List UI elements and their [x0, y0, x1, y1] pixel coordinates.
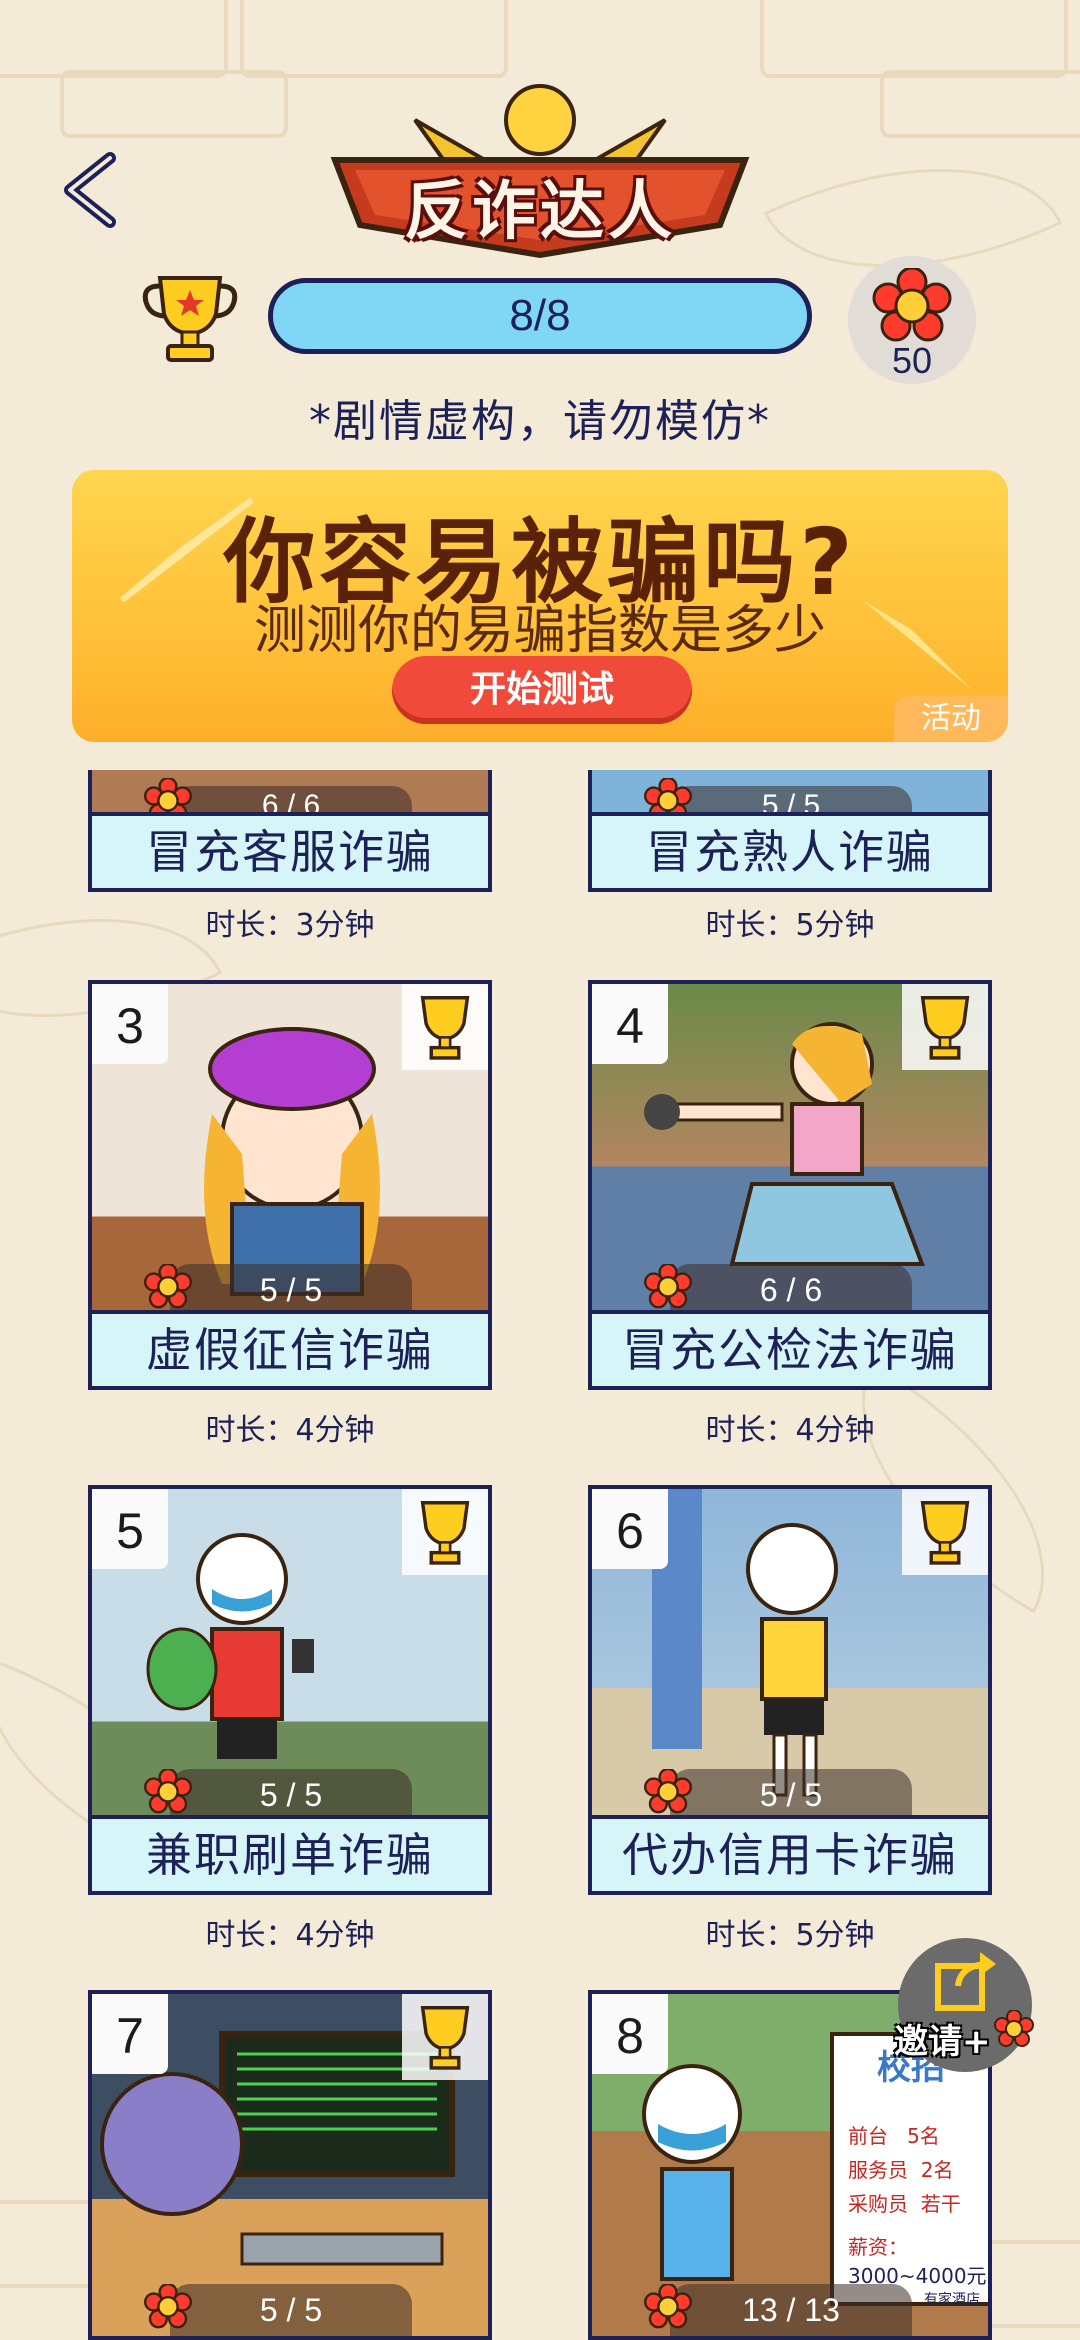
flower-currency[interactable]: 50	[848, 256, 976, 384]
invite-label: 邀请+	[894, 2022, 991, 2062]
card-illustration: 5 5 / 5	[88, 1485, 492, 1825]
chevron-left-icon	[64, 152, 116, 228]
page-title: 反诈达人	[404, 175, 676, 249]
scenario-card[interactable]: 5 / 5 冒充熟人诈骗 时长：5分钟	[588, 760, 992, 943]
scenario-card[interactable]: 6 / 6 冒充客服诈骗 时长：3分钟	[88, 760, 492, 943]
card-title: 冒充公检法诈骗	[588, 1310, 992, 1390]
level-progress-bar: 8/8	[268, 278, 812, 354]
trophy-icon	[140, 268, 240, 368]
card-number: 3	[92, 984, 168, 1064]
trophy-icon	[902, 1489, 988, 1575]
card-progress: 6 / 6	[670, 1264, 912, 1316]
card-duration: 时长：3分钟	[205, 908, 375, 943]
card-progress: 5 / 5	[670, 1769, 912, 1821]
card-progress: 5 / 5	[170, 1264, 412, 1316]
flower-icon	[144, 1769, 192, 1814]
trophy-icon	[402, 984, 488, 1070]
share-icon	[935, 1952, 996, 2011]
job-poster: 校招 前台 5名 服务员 2名 采购员 若干 薪资： 3000~4000元 有家…	[834, 2036, 988, 2308]
card-illustration: 7 5 / 5	[88, 1990, 492, 2340]
activity-tag: 活动	[894, 696, 1008, 742]
flower-icon	[644, 2284, 692, 2329]
flower-icon	[994, 2010, 1034, 2047]
card-title: 虚假征信诈骗	[88, 1310, 492, 1390]
card-number: 6	[592, 1489, 668, 1569]
start-test-button[interactable]: 开始测试	[392, 656, 692, 724]
card-title: 代办信用卡诈骗	[588, 1815, 992, 1895]
card-number: 8	[592, 1994, 668, 2074]
card-progress: 5 / 5	[170, 2284, 412, 2336]
card-progress: 5 / 5	[170, 1769, 412, 1821]
flower-icon	[144, 2284, 192, 2329]
poster-row: 采购员 若干	[848, 2192, 961, 2216]
scenario-card[interactable]: 4 6 / 6 冒充公检法诈骗 时长：4分钟	[588, 980, 992, 1448]
card-illustration: 6 5 / 5	[588, 1485, 992, 1825]
card-number: 7	[92, 1994, 168, 2074]
card-duration: 时长：4分钟	[205, 1918, 375, 1953]
poster-row: 前台 5名	[848, 2124, 940, 2148]
card-title: 兼职刷单诈骗	[88, 1815, 492, 1895]
poster-row: 服务员 2名	[848, 2158, 954, 2182]
scenario-card[interactable]: 5 5 / 5 兼职刷单诈骗 时长：4分钟	[88, 1485, 492, 1953]
card-number: 5	[92, 1489, 168, 1569]
back-button[interactable]	[58, 150, 128, 230]
card-illustration: 4 6 / 6	[588, 980, 992, 1320]
flower-icon	[644, 1769, 692, 1814]
card-title: 冒充熟人诈骗	[588, 812, 992, 892]
invite-button[interactable]: 邀请+	[894, 1938, 1034, 2072]
flower-icon	[644, 1264, 692, 1309]
trophy-icon	[402, 1489, 488, 1575]
card-duration: 时长：4分钟	[205, 1413, 375, 1448]
card-title: 冒充客服诈骗	[88, 812, 492, 892]
title-banner: 反诈达人	[325, 80, 755, 260]
activity-banner[interactable]: 你容易被骗吗? 测测你的易骗指数是多少 开始测试 活动	[72, 470, 1008, 742]
scenario-card[interactable]: 3 5 / 5 虚假征信诈骗 时长：4分钟	[88, 980, 492, 1448]
trophy-icon	[902, 984, 988, 1070]
flower-count: 50	[891, 340, 933, 381]
card-progress: 13 / 13	[670, 2284, 912, 2336]
card-number: 4	[592, 984, 668, 1064]
flower-icon	[872, 268, 952, 342]
poster-salary-label: 薪资：	[848, 2235, 908, 2259]
scenario-card[interactable]: 7 5 / 5	[88, 1990, 492, 2340]
progress-count: 8/8	[509, 291, 571, 340]
activity-subtitle: 测测你的易骗指数是多少	[253, 601, 826, 661]
card-illustration: 3 5 / 5	[88, 980, 492, 1320]
disclaimer-text: *剧情虚构，请勿模仿*	[309, 396, 771, 447]
flower-icon	[144, 1264, 192, 1309]
card-duration: 时长：5分钟	[705, 908, 875, 943]
scenario-card[interactable]: 6 5 / 5 代办信用卡诈骗 时长：5分钟	[588, 1485, 992, 1953]
trophy-icon	[402, 1994, 488, 2080]
card-duration: 时长：4分钟	[705, 1413, 875, 1448]
